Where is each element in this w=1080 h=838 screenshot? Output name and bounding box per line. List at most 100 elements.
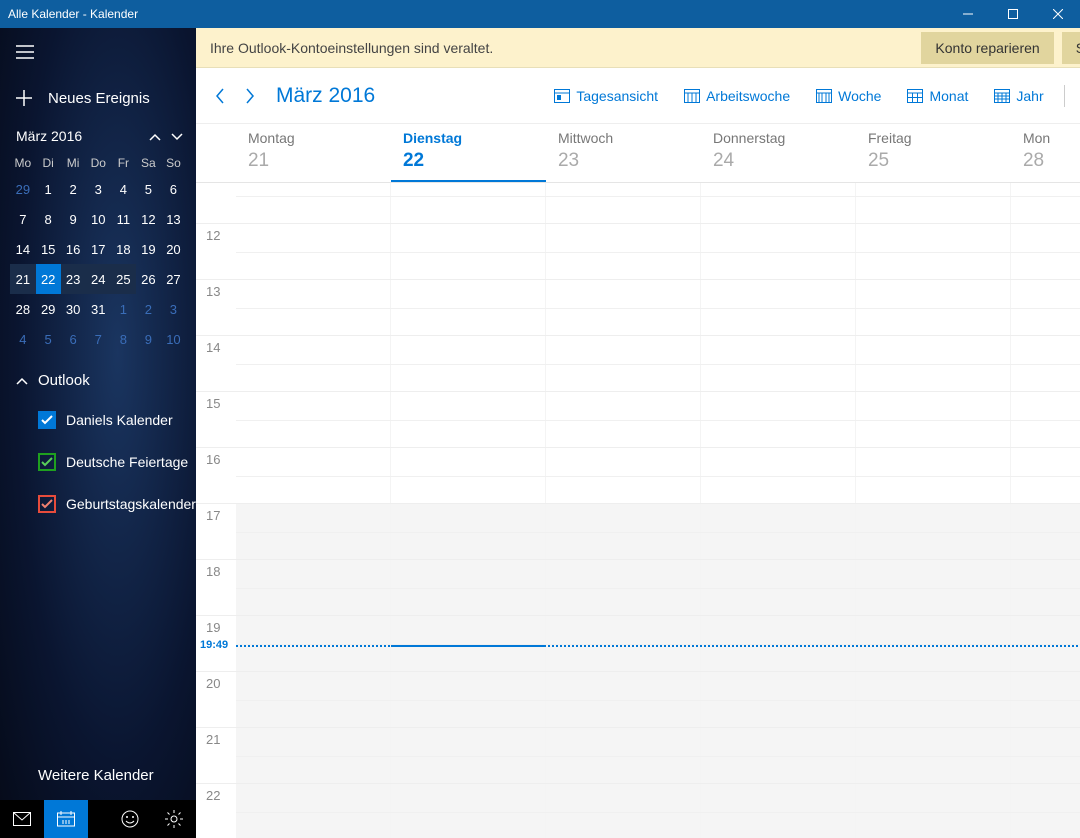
mini-cal-day[interactable]: 16 [61,234,86,264]
account-section-toggle[interactable]: Outlook [0,362,196,399]
hour-row[interactable]: 20 [196,671,1080,727]
mini-cal-day[interactable]: 5 [136,174,161,204]
mini-cal-day[interactable]: 21 [10,264,36,294]
bottom-bar [0,800,196,838]
time-cell[interactable] [1011,183,1080,223]
mini-cal-day[interactable]: 1 [111,294,136,324]
mini-cal-day[interactable]: 9 [136,324,161,354]
hour-row[interactable]: 15 [196,391,1080,447]
mini-cal-day[interactable]: 17 [86,234,111,264]
mini-cal-day[interactable]: 4 [111,174,136,204]
day-header[interactable]: Freitag25 [856,124,1011,182]
mini-cal-day[interactable]: 22 [36,264,61,294]
day-header[interactable]: Montag21 [236,124,391,182]
close-window-button[interactable] [1035,0,1080,28]
mini-cal-day[interactable]: 10 [161,324,186,354]
hour-row[interactable]: 16 [196,447,1080,503]
mini-cal-day[interactable]: 2 [61,174,86,204]
day-header[interactable]: Mon28 [1011,124,1080,182]
calendar-grid[interactable]: 121314151617181920212219:49 [196,183,1080,838]
mini-cal-day[interactable]: 19 [136,234,161,264]
hour-row[interactable]: 17 [196,503,1080,559]
hour-row[interactable]: 21 [196,727,1080,783]
mini-cal-day[interactable]: 28 [10,294,36,324]
view-year-button[interactable]: Jahr [986,88,1051,104]
mini-cal-day[interactable]: 9 [61,204,86,234]
hour-row[interactable]: 13 [196,279,1080,335]
day-header[interactable]: Dienstag22 [391,124,546,182]
repair-account-button[interactable]: Konto reparieren [921,32,1053,64]
time-cell[interactable] [236,183,391,223]
new-event-button[interactable]: Neues Ereignis [0,76,196,120]
year-icon [994,89,1010,103]
view-week-button[interactable]: Woche [808,88,889,104]
mini-cal-day[interactable]: 5 [36,324,61,354]
mini-cal-day[interactable]: 29 [36,294,61,324]
mini-cal-day[interactable]: 7 [86,324,111,354]
hour-row[interactable]: 18 [196,559,1080,615]
mail-button[interactable] [0,800,44,838]
feedback-button[interactable] [108,800,152,838]
mini-cal-day[interactable]: 7 [10,204,36,234]
mini-cal-prev[interactable] [144,128,166,144]
prev-period-button[interactable] [210,86,230,106]
mini-cal-day[interactable]: 25 [111,264,136,294]
next-period-button[interactable] [240,86,260,106]
hour-row[interactable]: 14 [196,335,1080,391]
mini-cal-day[interactable]: 30 [61,294,86,324]
mini-cal-day[interactable]: 27 [161,264,186,294]
mini-cal-day[interactable]: 3 [161,294,186,324]
mini-cal-day[interactable]: 6 [61,324,86,354]
mini-cal-day[interactable]: 24 [86,264,111,294]
mini-cal-day[interactable]: 8 [36,204,61,234]
mini-cal-day[interactable]: 18 [111,234,136,264]
calendar-item[interactable]: Daniels Kalender [38,399,196,441]
mini-cal-day[interactable]: 23 [61,264,86,294]
time-cell[interactable] [391,183,546,223]
mini-cal-day[interactable]: 11 [111,204,136,234]
mini-cal-day[interactable]: 6 [161,174,186,204]
day-name: Mon [1023,130,1080,146]
time-cell[interactable] [856,183,1011,223]
mini-cal-day[interactable]: 3 [86,174,111,204]
mini-cal-day[interactable]: 1 [36,174,61,204]
calendar-item[interactable]: Deutsche Feiertage [38,441,196,483]
maximize-button[interactable] [990,0,1035,28]
time-cell[interactable] [546,183,701,223]
mini-cal-next[interactable] [166,128,188,144]
mini-cal-day[interactable]: 14 [10,234,36,264]
mini-cal-day[interactable]: 2 [136,294,161,324]
mini-cal-day[interactable]: 4 [10,324,36,354]
checkbox-icon [38,495,56,513]
calendar-item[interactable]: Geburtstagskalender [38,483,196,525]
mini-cal-day[interactable]: 10 [86,204,111,234]
calendar-button[interactable] [44,800,88,838]
view-workweek-button[interactable]: Arbeitswoche [676,88,798,104]
minimize-button[interactable] [945,0,990,28]
hamburger-button[interactable] [0,28,196,76]
hour-row[interactable] [196,183,1080,223]
hour-row[interactable]: 19 [196,615,1080,671]
hour-label: 13 [196,280,236,335]
time-cell[interactable] [701,183,856,223]
day-header[interactable]: Donnerstag24 [701,124,856,182]
mini-cal-day[interactable]: 26 [136,264,161,294]
day-header[interactable]: Mittwoch23 [546,124,701,182]
mini-cal-day[interactable]: 13 [161,204,186,234]
mini-cal-day[interactable]: 12 [136,204,161,234]
hour-row[interactable]: 22 [196,783,1080,838]
calendar-item-label: Geburtstagskalender [66,496,196,512]
view-month-button[interactable]: Monat [899,88,976,104]
day-number: 25 [868,146,999,180]
hour-row[interactable]: 12 [196,223,1080,279]
more-calendars-button[interactable]: Weitere Kalender [0,751,154,800]
close-alert-button[interactable]: Schließen [1062,32,1080,64]
mini-cal-day[interactable]: 15 [36,234,61,264]
mini-cal-day[interactable]: 31 [86,294,111,324]
mini-cal-day[interactable]: 8 [111,324,136,354]
mini-cal-day[interactable]: 20 [161,234,186,264]
settings-button[interactable] [152,800,196,838]
mini-cal-day[interactable]: 29 [10,174,36,204]
view-day-button[interactable]: Tagesansicht [546,88,666,104]
today-button[interactable]: Heute [1077,88,1080,104]
